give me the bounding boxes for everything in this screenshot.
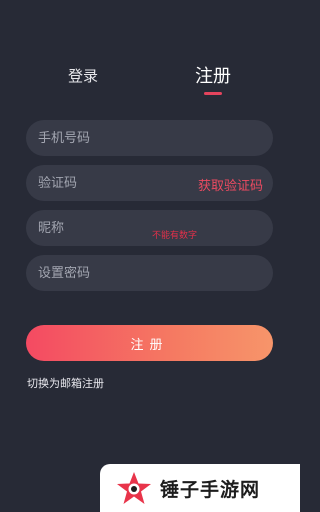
password-field[interactable] (26, 255, 273, 291)
phone-input[interactable] (38, 130, 178, 146)
active-tab-indicator (204, 92, 222, 95)
nickname-field[interactable] (26, 210, 273, 246)
nickname-hint: 不能有数字 (152, 231, 198, 241)
phone-field[interactable] (26, 120, 273, 156)
verification-code-field[interactable]: 获取验证码 (26, 165, 273, 201)
auth-tabs: 登录 注册 (0, 62, 300, 102)
tab-register[interactable]: 注册 (195, 62, 231, 88)
switch-to-email-link[interactable]: 切换为邮箱注册 (27, 375, 104, 391)
register-button[interactable]: 注册 (26, 325, 273, 361)
watermark-text: 锤子手游网 (160, 478, 261, 501)
watermark-badge: 锤子手游网 (100, 464, 300, 512)
star-logo-icon (117, 472, 151, 504)
password-input[interactable] (38, 265, 178, 281)
get-code-button[interactable]: 获取验证码 (198, 175, 263, 194)
verification-code-input[interactable] (38, 175, 178, 191)
tab-login[interactable]: 登录 (68, 65, 98, 86)
